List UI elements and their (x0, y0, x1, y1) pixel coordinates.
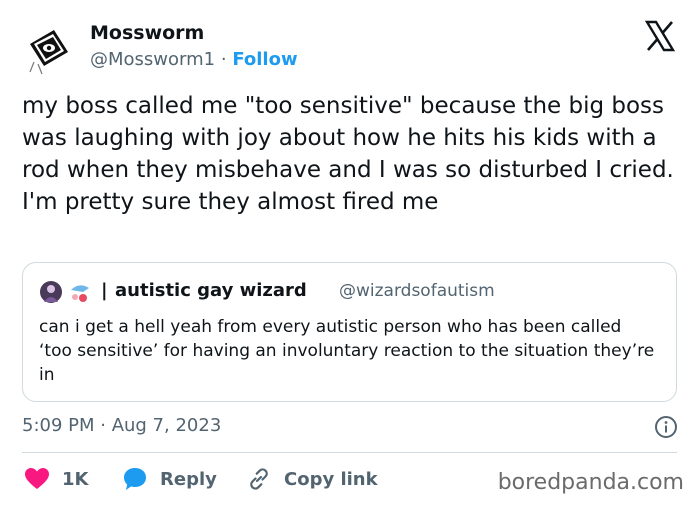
copy-link-label: Copy link (284, 468, 378, 490)
reply-label: Reply (160, 468, 217, 490)
author-name[interactable]: Mossworm (90, 22, 204, 44)
follow-button[interactable]: Follow (232, 49, 297, 70)
quoted-author-handle[interactable]: @wizardsofautism (339, 281, 495, 301)
handle-separator: · (220, 49, 227, 70)
x-logo-icon[interactable] (644, 20, 676, 52)
tweet-timestamp[interactable]: 5:09 PM · Aug 7, 2023 (22, 415, 221, 436)
author-avatar[interactable] (24, 22, 78, 76)
quoted-author-name[interactable]: autistic gay wizard (115, 280, 307, 301)
quoted-name-separator: | (101, 280, 108, 301)
copy-link-button[interactable]: Copy link (246, 464, 378, 494)
author-handle-row: @Mossworm1 · Follow (90, 49, 298, 70)
quoted-author-avatar[interactable] (39, 278, 97, 306)
quoted-tweet-card[interactable]: | autistic gay wizard @wizardsofautism c… (22, 262, 677, 402)
tweet-header: Mossworm @Mossworm1 · Follow (22, 18, 682, 78)
tweet-body: my boss called me "too sensitive" becaus… (22, 93, 674, 215)
like-count: 1K (62, 468, 89, 490)
reply-button[interactable]: Reply (122, 464, 217, 494)
tweet-actions: 1K Reply Copy link (22, 464, 492, 494)
source-watermark: boredpanda.com (497, 470, 684, 495)
tweet-meta-row: 5:09 PM · Aug 7, 2023 (22, 415, 682, 441)
info-icon[interactable] (654, 415, 678, 439)
heart-icon (25, 468, 49, 489)
author-handle[interactable]: @Mossworm1 (90, 49, 215, 70)
link-icon (250, 468, 268, 490)
actions-divider (22, 452, 677, 453)
speech-bubble-icon (124, 468, 146, 490)
like-button[interactable]: 1K (24, 464, 88, 494)
quoted-tweet-body: can i get a hell yeah from every autisti… (39, 317, 655, 385)
